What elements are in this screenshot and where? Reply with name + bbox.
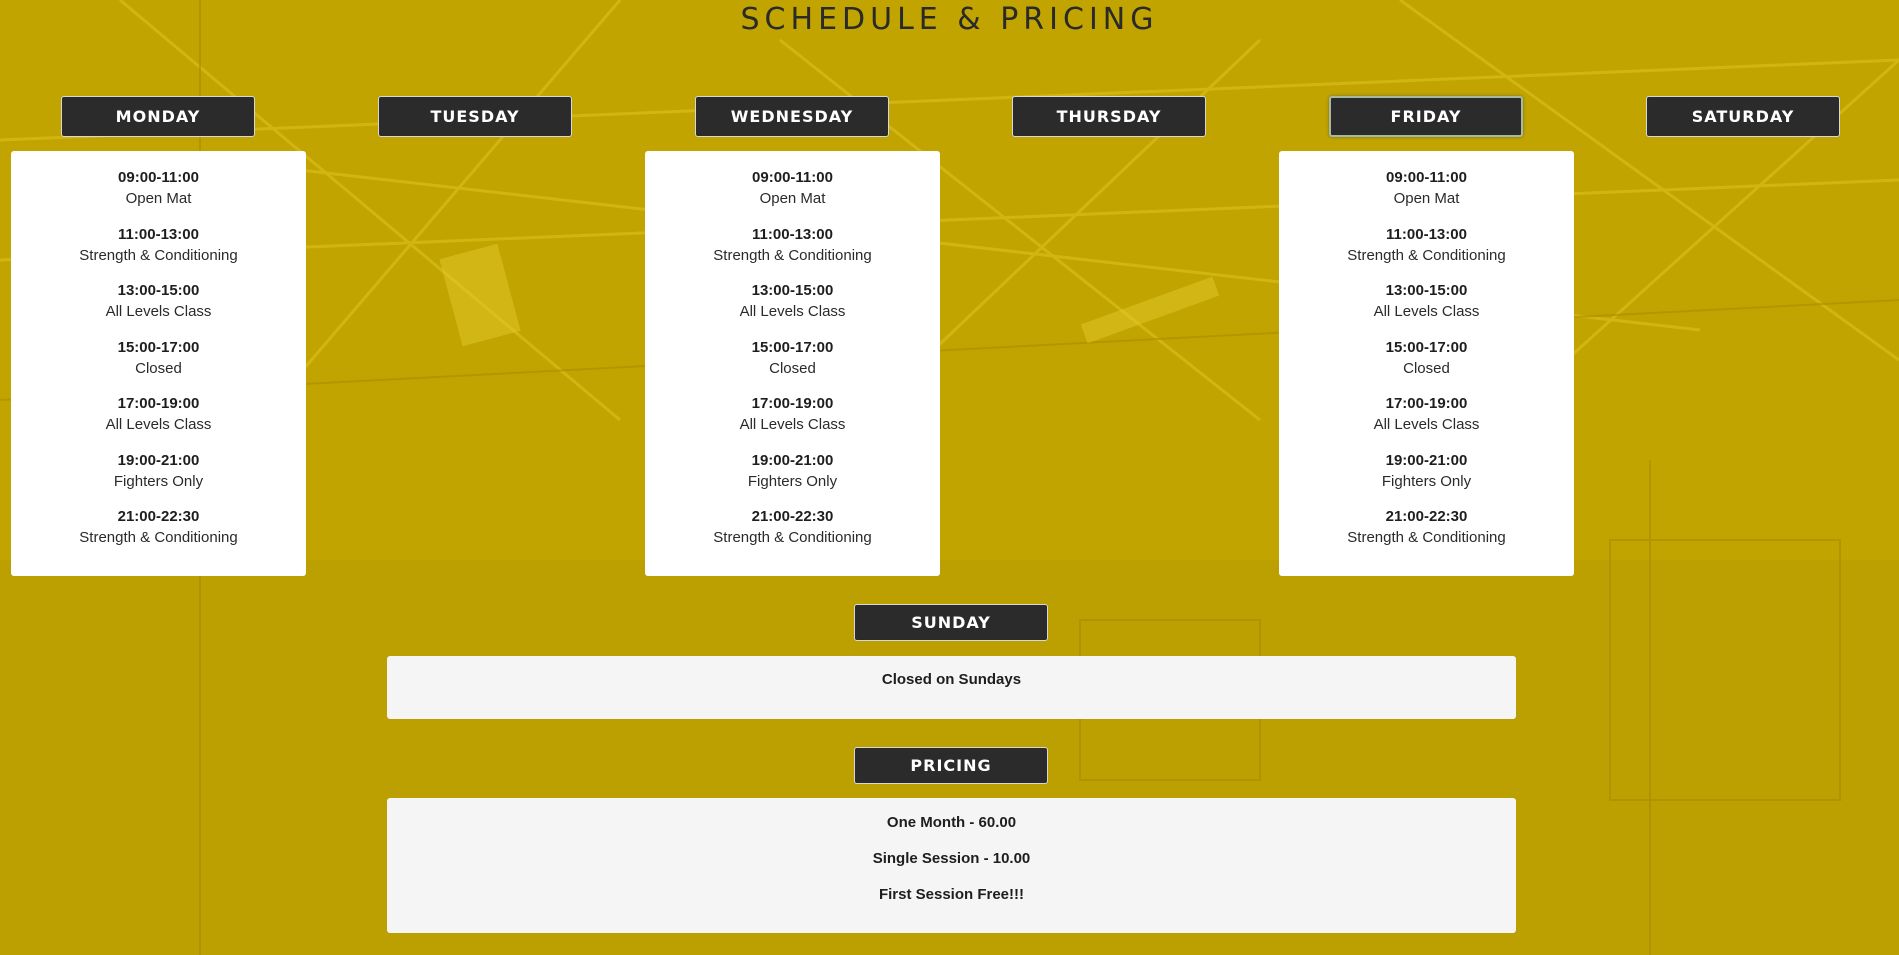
- session-time: 19:00-21:00: [117, 451, 200, 469]
- session-time: 11:00-13:00: [118, 225, 199, 243]
- session-item: 09:00-11:00 Open Mat: [11, 167, 306, 224]
- session-time: 13:00-15:00: [117, 282, 200, 299]
- tab-saturday[interactable]: SATURDAY: [1646, 96, 1840, 137]
- session-name: Strength & Conditioning: [79, 529, 238, 546]
- session-item: 15:00-17:00 Closed: [1279, 337, 1574, 394]
- tab-wednesday[interactable]: WEDNESDAY: [695, 96, 889, 137]
- session-time: 21:00-22:30: [751, 508, 834, 525]
- session-name: All Levels Class: [739, 303, 846, 320]
- price-item: First Session Free!!!: [878, 886, 1025, 903]
- session-time: 17:00-19:00: [1385, 395, 1468, 412]
- session-name: All Levels Class: [739, 416, 846, 433]
- page-title: SCHEDULE & PRICING: [740, 2, 1159, 37]
- session-time: 19:00-21:00: [1385, 451, 1468, 469]
- session-name: Fighters Only: [1381, 472, 1472, 490]
- session-time: 17:00-19:00: [751, 395, 834, 412]
- session-item: 17:00-19:00 All Levels Class: [645, 393, 940, 450]
- session-time: 15:00-17:00: [1385, 338, 1468, 356]
- session-item: 17:00-19:00 All Levels Class: [11, 393, 306, 450]
- session-time: 17:00-19:00: [117, 395, 200, 412]
- session-name: Open Mat: [125, 190, 192, 207]
- session-name: Strength & Conditioning: [1347, 529, 1506, 546]
- session-item: 19:00-21:00 Fighters Only: [645, 450, 940, 507]
- session-name: Fighters Only: [747, 472, 838, 490]
- session-name: All Levels Class: [1373, 303, 1480, 320]
- session-name: Open Mat: [1393, 190, 1460, 207]
- session-time: 13:00-15:00: [751, 282, 834, 299]
- price-item: Single Session - 10.00: [872, 850, 1031, 867]
- session-time: 15:00-17:00: [751, 338, 834, 356]
- session-item: 13:00-15:00 All Levels Class: [645, 280, 940, 337]
- tab-friday[interactable]: FRIDAY: [1329, 96, 1523, 137]
- session-item: 19:00-21:00 Fighters Only: [11, 450, 306, 507]
- session-time: 15:00-17:00: [117, 338, 200, 356]
- session-item: 15:00-17:00 Closed: [11, 337, 306, 394]
- price-item: One Month - 60.00: [886, 814, 1017, 831]
- session-name: Open Mat: [759, 190, 826, 207]
- session-time: 11:00-13:00: [752, 225, 833, 243]
- sunday-panel: Closed on Sundays: [387, 656, 1516, 719]
- session-name: All Levels Class: [105, 416, 212, 433]
- tab-thursday[interactable]: THURSDAY: [1012, 96, 1206, 137]
- session-name: Strength & Conditioning: [1347, 246, 1506, 264]
- session-time: 09:00-11:00: [752, 169, 833, 186]
- schedule-card-wednesday: 09:00-11:00 Open Mat 11:00-13:00 Strength …: [645, 151, 940, 576]
- session-name: All Levels Class: [1373, 416, 1480, 433]
- session-name: Strength & Conditioning: [79, 246, 238, 264]
- session-name: All Levels Class: [105, 303, 212, 320]
- session-item: 13:00-15:00 All Levels Class: [11, 280, 306, 337]
- tab-tuesday[interactable]: TUESDAY: [378, 96, 572, 137]
- session-time: 21:00-22:30: [1385, 508, 1468, 525]
- session-name: Closed: [1403, 359, 1450, 377]
- session-item: 11:00-13:00 Strength & Conditioning: [1279, 224, 1574, 281]
- session-item: 09:00-11:00 Open Mat: [645, 167, 940, 224]
- session-item: 15:00-17:00 Closed: [645, 337, 940, 394]
- session-item: 13:00-15:00 All Levels Class: [1279, 280, 1574, 337]
- session-time: 11:00-13:00: [1386, 225, 1467, 243]
- tab-pricing[interactable]: PRICING: [854, 747, 1048, 784]
- session-item: 11:00-13:00 Strength & Conditioning: [645, 224, 940, 281]
- session-item: 21:00-22:30 Strength & Conditioning: [11, 506, 306, 563]
- tab-sunday[interactable]: SUNDAY: [854, 604, 1048, 641]
- session-item: 21:00-22:30 Strength & Conditioning: [1279, 506, 1574, 563]
- session-item: 09:00-11:00 Open Mat: [1279, 167, 1574, 224]
- session-time: 19:00-21:00: [751, 451, 834, 469]
- session-name: Closed: [135, 359, 182, 377]
- pricing-panel: One Month - 60.00 Single Session - 10.00…: [387, 798, 1516, 933]
- session-name: Strength & Conditioning: [713, 529, 872, 546]
- session-time: 13:00-15:00: [1385, 282, 1468, 299]
- sunday-closed-text: Closed on Sundays: [881, 671, 1022, 688]
- schedule-card-monday: 09:00-11:00 Open Mat 11:00-13:00 Strength …: [11, 151, 306, 576]
- session-item: 19:00-21:00 Fighters Only: [1279, 450, 1574, 507]
- tab-monday[interactable]: MONDAY: [61, 96, 255, 137]
- schedule-card-friday: 09:00-11:00 Open Mat 11:00-13:00 Strength …: [1279, 151, 1574, 576]
- session-name: Closed: [769, 359, 816, 377]
- session-time: 09:00-11:00: [118, 169, 199, 186]
- session-time: 21:00-22:30: [117, 508, 200, 525]
- session-name: Fighters Only: [113, 472, 204, 490]
- session-item: 11:00-13:00 Strength & Conditioning: [11, 224, 306, 281]
- session-time: 09:00-11:00: [1386, 169, 1467, 186]
- session-name: Strength & Conditioning: [713, 246, 872, 264]
- session-item: 21:00-22:30 Strength & Conditioning: [645, 506, 940, 563]
- session-item: 17:00-19:00 All Levels Class: [1279, 393, 1574, 450]
